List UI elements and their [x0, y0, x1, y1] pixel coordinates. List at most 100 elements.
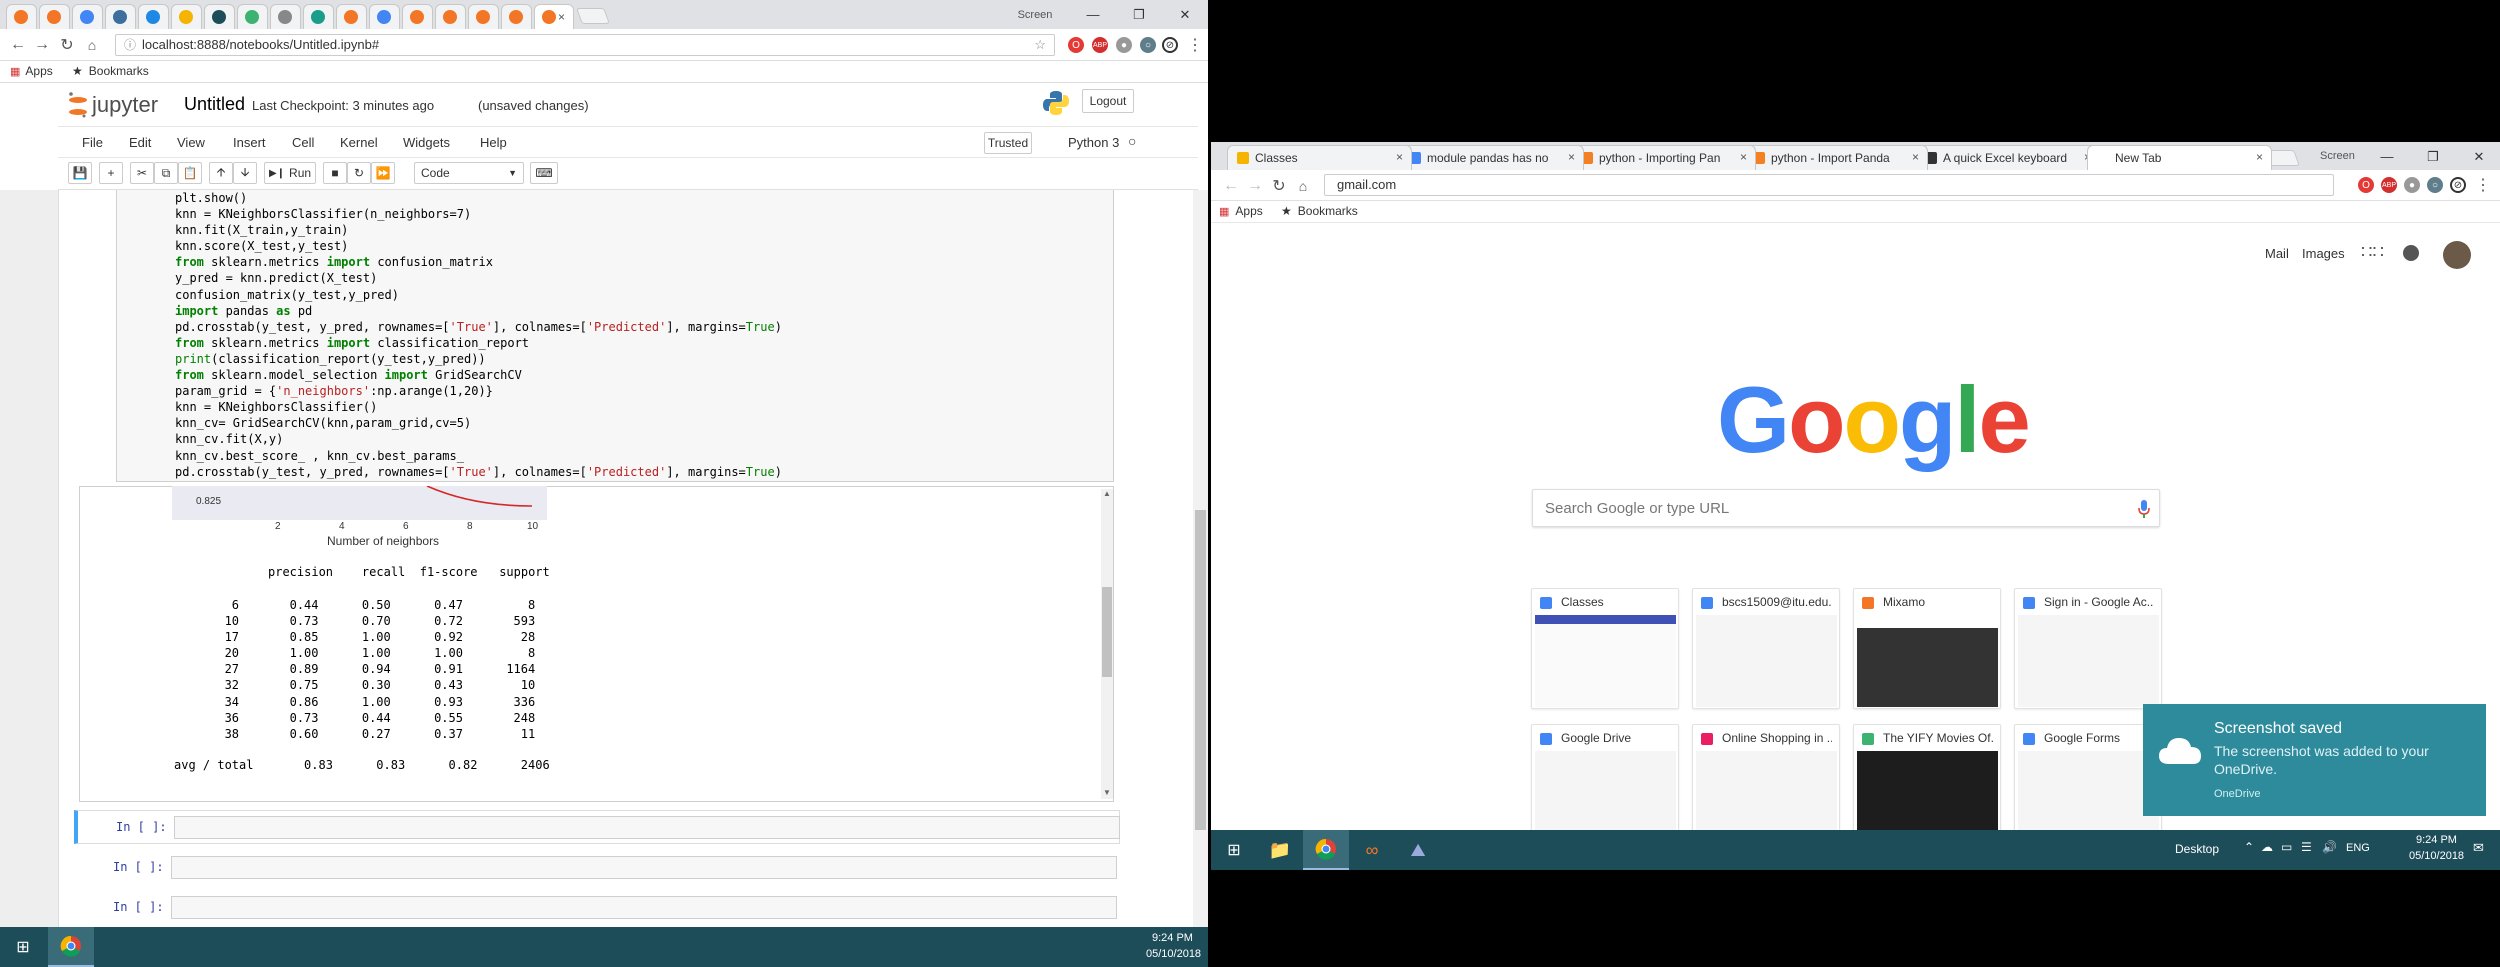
restore-icon[interactable]: ❐: [2410, 142, 2456, 171]
output-scrollbar-thumb[interactable]: [1102, 587, 1112, 677]
taskbar-date[interactable]: 05/10/2018: [2409, 850, 2464, 862]
menu-help[interactable]: Help: [480, 135, 507, 150]
logout-button[interactable]: Logout: [1082, 89, 1134, 113]
new-tab-button[interactable]: [576, 8, 610, 24]
browser-tab[interactable]: [501, 4, 532, 29]
code-cell-editor[interactable]: plt.show() knn = KNeighborsClassifier(n_n…: [116, 190, 1114, 482]
back-icon[interactable]: ←: [8, 35, 28, 55]
empty-code-cell[interactable]: In [ ]:: [74, 850, 1120, 884]
jupyter-logo[interactable]: jupyter: [68, 91, 158, 119]
cut-button[interactable]: ✂: [130, 162, 154, 184]
apps-bookmark[interactable]: ▦ Apps: [1219, 204, 1263, 218]
most-visited-tile[interactable]: Mixamo: [1853, 588, 2001, 709]
browser-tab[interactable]: [336, 4, 367, 29]
battery-icon[interactable]: ▭: [2281, 840, 2292, 854]
mail-link[interactable]: Mail: [2265, 246, 2289, 261]
extension-icon[interactable]: O: [1068, 37, 1084, 53]
empty-code-cell[interactable]: In [ ]:: [74, 890, 1120, 924]
tray-onedrive-icon[interactable]: ☁: [2261, 840, 2273, 854]
language-indicator[interactable]: ENG: [2346, 842, 2370, 854]
bookmark-star-icon[interactable]: ☆: [1034, 35, 1046, 55]
block-icon[interactable]: ⊘: [1162, 37, 1178, 53]
menu-insert[interactable]: Insert: [233, 135, 266, 150]
tray-chevron-icon[interactable]: ⌃: [2244, 840, 2254, 854]
windows-start-icon[interactable]: ⊞: [0, 927, 46, 967]
home-icon[interactable]: ⌂: [1293, 176, 1313, 196]
save-button[interactable]: 💾: [68, 162, 92, 184]
browser-tab[interactable]: ×: [534, 4, 574, 29]
adblock-icon[interactable]: ABP: [1092, 37, 1108, 53]
close-icon[interactable]: ✕: [1162, 0, 1208, 29]
taskbar-date[interactable]: 05/10/2018: [1146, 948, 1201, 960]
microphone-icon[interactable]: [2137, 499, 2151, 519]
menu-icon[interactable]: ⋮: [1185, 35, 1205, 55]
empty-code-cell[interactable]: In [ ]:: [74, 810, 1120, 844]
adblock-icon[interactable]: ABP: [2381, 177, 2397, 193]
most-visited-tile[interactable]: bscs15009@itu.edu...: [1692, 588, 1840, 709]
browser-tab[interactable]: [6, 4, 37, 29]
reload-icon[interactable]: ↻: [1269, 176, 1289, 196]
copy-button[interactable]: ⧉: [154, 162, 178, 184]
browser-tab[interactable]: [270, 4, 301, 29]
paste-button[interactable]: 📋: [178, 162, 202, 184]
browser-tab[interactable]: New Tab ×: [2087, 145, 2272, 170]
menu-cell[interactable]: Cell: [292, 135, 314, 150]
scroll-down-icon[interactable]: ▼: [1103, 788, 1111, 797]
browser-tab[interactable]: [72, 4, 103, 29]
browser-tab[interactable]: [105, 4, 136, 29]
avatar[interactable]: [2443, 241, 2471, 269]
taskbar-chrome-button[interactable]: [48, 927, 94, 967]
extension-icon[interactable]: O: [2358, 177, 2374, 193]
onedrive-toast[interactable]: Screenshot saved The screenshot was adde…: [2143, 704, 2486, 816]
most-visited-tile[interactable]: Google Forms: [2014, 724, 2162, 845]
browser-tab[interactable]: [303, 4, 334, 29]
move-down-button[interactable]: 🡫: [233, 162, 257, 184]
bookmarks-folder[interactable]: ★ Bookmarks: [72, 64, 149, 78]
network-icon[interactable]: ☰: [2301, 840, 2312, 854]
browser-tab[interactable]: [237, 4, 268, 29]
taskbar-chrome-button[interactable]: [1303, 830, 1349, 870]
notifications-icon[interactable]: [2403, 245, 2419, 261]
trusted-indicator[interactable]: Trusted: [984, 132, 1032, 154]
menu-edit[interactable]: Edit: [129, 135, 151, 150]
menu-widgets[interactable]: Widgets: [403, 135, 450, 150]
tab-close-icon[interactable]: ×: [558, 10, 565, 24]
run-button[interactable]: ▶❙ Run: [264, 162, 316, 184]
volume-icon[interactable]: 🔊: [2322, 840, 2337, 854]
menu-icon[interactable]: ⋮: [2473, 175, 2493, 195]
browser-tab[interactable]: [402, 4, 433, 29]
restart-button[interactable]: ↻: [347, 162, 371, 184]
taskbar-time[interactable]: 9:24 PM: [2416, 834, 2457, 846]
desktop-toolbar[interactable]: Desktop: [2175, 842, 2219, 856]
cell-input-area[interactable]: [174, 816, 1120, 839]
forward-icon[interactable]: →: [32, 35, 52, 55]
extension-icon[interactable]: ○: [2427, 177, 2443, 193]
cell-type-select[interactable]: Code ▼: [414, 162, 524, 184]
restart-run-all-button[interactable]: ⏩: [371, 162, 395, 184]
minimize-icon[interactable]: —: [2364, 142, 2410, 171]
page-scrollbar-thumb[interactable]: [1195, 510, 1206, 830]
notebook-name[interactable]: Untitled: [184, 94, 245, 115]
most-visited-tile[interactable]: Classes: [1531, 588, 1679, 709]
left-address-input[interactable]: ⓘ localhost:8888/notebooks/Untitled.ipyn…: [115, 34, 1055, 56]
browser-tab[interactable]: [204, 4, 235, 29]
interrupt-button[interactable]: ■: [323, 162, 347, 184]
taskbar-time[interactable]: 9:24 PM: [1152, 932, 1193, 944]
browser-tab[interactable]: [171, 4, 202, 29]
browser-tab[interactable]: [138, 4, 169, 29]
most-visited-tile[interactable]: The YIFY Movies Of...: [1853, 724, 2001, 845]
restore-icon[interactable]: ❐: [1116, 0, 1162, 29]
close-icon[interactable]: ✕: [2456, 142, 2500, 171]
photos-icon[interactable]: ⛰: [1395, 830, 1441, 870]
browser-tab[interactable]: python - Import Panda ×: [1743, 145, 1928, 170]
images-link[interactable]: Images: [2302, 246, 2345, 261]
jupyter-app-icon[interactable]: ∞: [1349, 830, 1395, 870]
menu-file[interactable]: File: [82, 135, 103, 150]
tab-close-icon[interactable]: ×: [1396, 150, 1403, 164]
tab-close-icon[interactable]: ×: [1912, 150, 1919, 164]
block-icon[interactable]: ⊘: [2450, 177, 2466, 193]
browser-tab[interactable]: [39, 4, 70, 29]
windows-start-icon[interactable]: ⊞: [1211, 830, 1257, 870]
home-icon[interactable]: ⌂: [82, 35, 102, 55]
insert-cell-button[interactable]: +: [99, 162, 123, 184]
